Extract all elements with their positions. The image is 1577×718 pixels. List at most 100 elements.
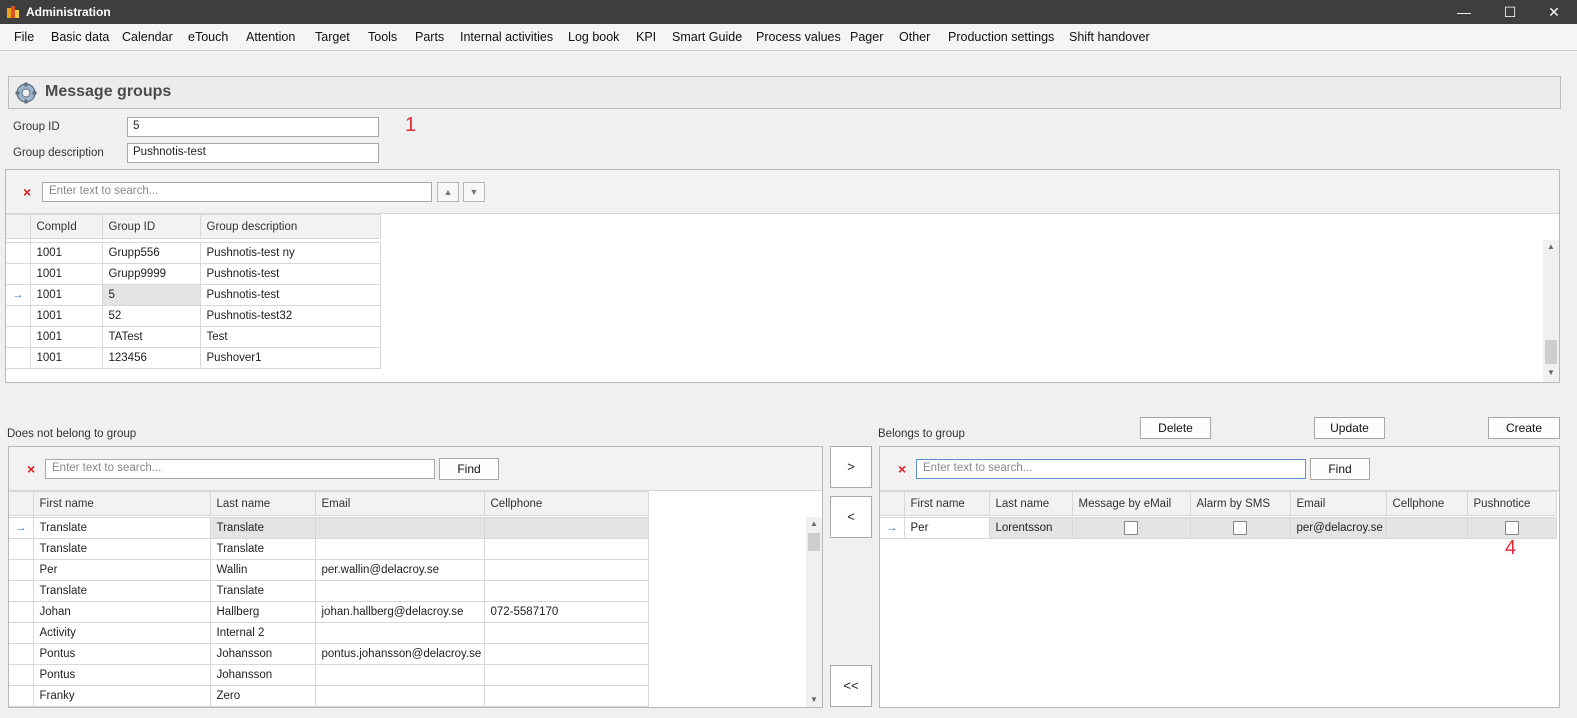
menu-tools[interactable]: Tools xyxy=(368,30,397,44)
remove-from-group-button[interactable]: < xyxy=(830,496,872,538)
not-in-group-panel: × Enter text to search... Find First nam… xyxy=(8,446,823,708)
selected-row-arrow-icon: → xyxy=(6,284,31,306)
search-prev-button[interactable]: ▲ xyxy=(437,182,459,202)
in-group-panel: × Enter text to search... Find First nam… xyxy=(879,446,1560,708)
in-group-search-input[interactable]: Enter text to search... xyxy=(916,459,1306,479)
gear-icon xyxy=(15,82,37,104)
table-row[interactable]: 1001 Grupp9999 Pushnotis-test xyxy=(6,263,381,285)
column-header-compid[interactable]: CompId xyxy=(29,214,103,239)
find-button[interactable]: Find xyxy=(1310,458,1370,480)
groups-search-bar: × Enter text to search... ▲ ▼ xyxy=(6,170,1559,214)
not-in-group-search-input[interactable]: Enter text to search... xyxy=(45,459,435,479)
marker-1: 1 xyxy=(405,114,417,136)
group-id-input[interactable]: 5 xyxy=(127,117,379,137)
menu-file[interactable]: File xyxy=(14,30,34,44)
menu-production-settings[interactable]: Production settings xyxy=(948,30,1054,44)
remove-all-from-group-button[interactable]: << xyxy=(830,665,872,707)
minimize-button[interactable]: — xyxy=(1441,0,1487,24)
menu-internal-activities[interactable]: Internal activities xyxy=(460,30,553,44)
scroll-up-icon[interactable]: ▲ xyxy=(1543,240,1559,254)
search-next-button[interactable]: ▼ xyxy=(463,182,485,202)
column-header-group-description[interactable]: Group description xyxy=(199,214,381,239)
create-button[interactable]: Create xyxy=(1488,417,1560,439)
pushnotice-checkbox[interactable] xyxy=(1504,521,1519,535)
groups-table: CompId Group ID Group description 1001 G… xyxy=(6,214,381,369)
in-group-label: Belongs to group xyxy=(878,428,965,440)
group-description-input[interactable]: Pushnotis-test xyxy=(127,143,379,163)
table-row[interactable]: 1001 52 Pushnotis-test32 xyxy=(6,305,381,327)
menu-pager[interactable]: Pager xyxy=(850,30,883,44)
table-row[interactable]: 1001 TATest Test xyxy=(6,326,381,348)
menu-parts[interactable]: Parts xyxy=(415,30,444,44)
column-header-cellphone[interactable]: Cellphone xyxy=(1385,491,1468,516)
menu-smart-guide[interactable]: Smart Guide xyxy=(672,30,742,44)
title-bar: Administration — ☐ ✕ xyxy=(0,0,1577,24)
column-header-message-by-email[interactable]: Message by eMail xyxy=(1071,491,1191,516)
menu-basic-data[interactable]: Basic data xyxy=(51,30,109,44)
not-in-group-table: First name Last name Email Cellphone → T… xyxy=(9,491,649,707)
table-header-row: First name Last name Email Cellphone xyxy=(9,491,649,516)
not-in-group-scrollbar[interactable]: ▲ ▼ xyxy=(806,517,822,707)
not-in-group-search-bar: × Enter text to search... Find xyxy=(9,447,822,491)
menu-target[interactable]: Target xyxy=(315,30,350,44)
table-row[interactable]: 1001 Grupp556 Pushnotis-test ny xyxy=(6,242,381,264)
menu-attention[interactable]: Attention xyxy=(246,30,295,44)
column-header-last-name[interactable]: Last name xyxy=(209,491,316,516)
table-row[interactable]: Pontus Johansson xyxy=(9,664,649,686)
scroll-down-icon[interactable]: ▼ xyxy=(806,693,822,707)
marker-4: 4 xyxy=(1505,537,1517,559)
groups-scrollbar[interactable]: ▲ ▼ xyxy=(1543,240,1559,382)
table-row[interactable]: Translate Translate xyxy=(9,580,649,602)
clear-search-icon[interactable]: × xyxy=(23,184,31,200)
scroll-down-icon[interactable]: ▼ xyxy=(1543,366,1559,380)
in-group-search-bar: × Enter text to search... Find xyxy=(880,447,1559,491)
menu-other[interactable]: Other xyxy=(899,30,930,44)
clear-search-icon[interactable]: × xyxy=(27,461,35,477)
group-id-label: Group ID xyxy=(13,121,60,133)
menu-kpi[interactable]: KPI xyxy=(636,30,656,44)
table-row[interactable]: Activity Internal 2 xyxy=(9,622,649,644)
menu-etouch[interactable]: eTouch xyxy=(188,30,228,44)
scroll-up-icon[interactable]: ▲ xyxy=(806,517,822,531)
column-header-email[interactable]: Email xyxy=(1289,491,1387,516)
clear-search-icon[interactable]: × xyxy=(898,461,906,477)
column-header-pushnotice[interactable]: Pushnotice xyxy=(1466,491,1557,516)
column-header-first-name[interactable]: First name xyxy=(32,491,211,516)
row-indicator-header xyxy=(6,214,31,239)
close-button[interactable]: ✕ xyxy=(1531,0,1577,24)
in-group-table: First name Last name Message by eMail Al… xyxy=(880,491,1557,539)
column-header-alarm-by-sms[interactable]: Alarm by SMS xyxy=(1189,491,1291,516)
table-row[interactable]: Translate Translate xyxy=(9,538,649,560)
column-header-email[interactable]: Email xyxy=(314,491,485,516)
menu-shift-handover[interactable]: Shift handover xyxy=(1069,30,1150,44)
table-row[interactable]: Pontus Johansson pontus.johansson@delacr… xyxy=(9,643,649,665)
update-button[interactable]: Update xyxy=(1314,417,1385,439)
maximize-button[interactable]: ☐ xyxy=(1487,0,1533,24)
groups-search-input[interactable]: Enter text to search... xyxy=(42,182,432,202)
table-header-row: First name Last name Message by eMail Al… xyxy=(880,491,1557,516)
menu-calendar[interactable]: Calendar xyxy=(122,30,173,44)
app-icon xyxy=(7,6,19,18)
table-row[interactable]: 1001 123456 Pushover1 xyxy=(6,347,381,369)
column-header-last-name[interactable]: Last name xyxy=(988,491,1073,516)
column-header-cellphone[interactable]: Cellphone xyxy=(483,491,649,516)
column-header-group-id[interactable]: Group ID xyxy=(101,214,201,239)
table-row-selected[interactable]: → 1001 5 Pushnotis-test xyxy=(6,284,381,306)
table-row[interactable]: Johan Hallberg johan.hallberg@delacroy.s… xyxy=(9,601,649,623)
table-row[interactable]: Per Wallin per.wallin@delacroy.se xyxy=(9,559,649,581)
delete-button[interactable]: Delete xyxy=(1140,417,1211,439)
table-row[interactable]: Franky Zero xyxy=(9,685,649,707)
groups-grid-panel: × Enter text to search... ▲ ▼ CompId Gro… xyxy=(5,169,1560,383)
selected-row-arrow-icon: → xyxy=(880,517,905,539)
menu-process-values[interactable]: Process values xyxy=(756,30,841,44)
add-to-group-button[interactable]: > xyxy=(830,446,872,488)
scroll-thumb[interactable] xyxy=(1545,340,1557,364)
alarm-by-sms-checkbox[interactable] xyxy=(1233,521,1247,535)
table-row-selected[interactable]: → Per Lorentsson per@delacroy.se xyxy=(880,517,1557,539)
scroll-thumb[interactable] xyxy=(808,533,820,551)
menu-log-book[interactable]: Log book xyxy=(568,30,619,44)
find-button[interactable]: Find xyxy=(439,458,499,480)
message-by-email-checkbox[interactable] xyxy=(1124,521,1138,535)
column-header-first-name[interactable]: First name xyxy=(903,491,990,516)
table-row-selected[interactable]: → Translate Translate xyxy=(9,517,649,539)
